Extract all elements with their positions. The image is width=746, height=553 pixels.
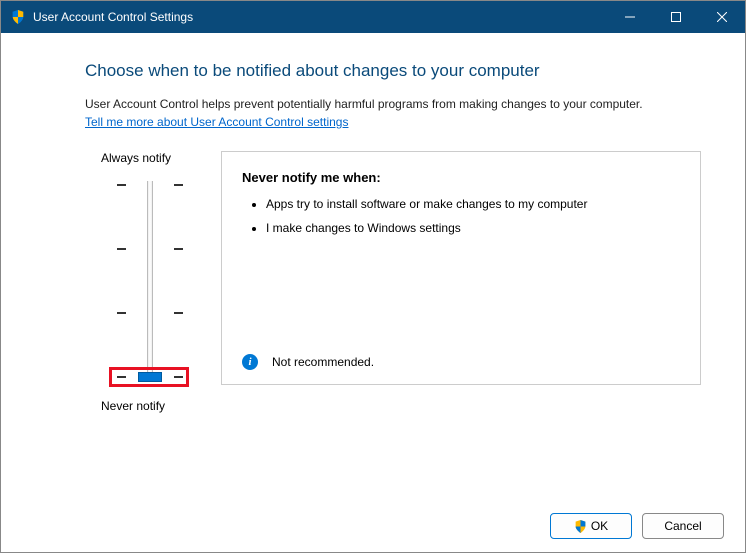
uac-slider[interactable] — [115, 175, 185, 385]
close-button[interactable] — [699, 1, 745, 33]
page-heading: Choose when to be notified about changes… — [85, 61, 701, 81]
titlebar: User Account Control Settings — [1, 1, 745, 33]
ok-button[interactable]: OK — [550, 513, 632, 539]
page-description: User Account Control helps prevent poten… — [85, 97, 701, 111]
ok-button-label: OK — [591, 519, 608, 533]
recommendation-text: Not recommended. — [272, 355, 374, 369]
shield-icon — [11, 10, 25, 24]
annotation-highlight — [109, 367, 189, 387]
detail-list: Apps try to install software or make cha… — [242, 197, 680, 245]
slider-label-bottom: Never notify — [101, 399, 215, 413]
maximize-button[interactable] — [653, 1, 699, 33]
shield-icon — [574, 520, 587, 533]
cancel-button-label: Cancel — [664, 519, 701, 533]
detail-bullet: I make changes to Windows settings — [266, 221, 680, 235]
info-icon: i — [242, 354, 258, 370]
slider-label-top: Always notify — [101, 151, 215, 165]
learn-more-link[interactable]: Tell me more about User Account Control … — [85, 115, 348, 129]
minimize-button[interactable] — [607, 1, 653, 33]
cancel-button[interactable]: Cancel — [642, 513, 724, 539]
detail-title: Never notify me when: — [242, 170, 680, 185]
window-title: User Account Control Settings — [33, 10, 607, 24]
detail-bullet: Apps try to install software or make cha… — [266, 197, 680, 211]
detail-panel: Never notify me when: Apps try to instal… — [221, 151, 701, 385]
slider-track — [147, 181, 153, 379]
